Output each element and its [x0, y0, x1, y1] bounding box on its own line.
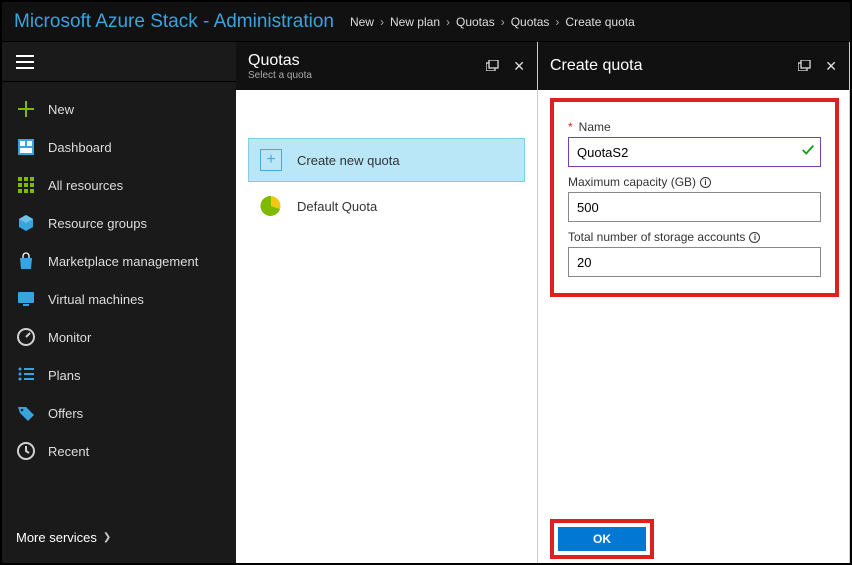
sidebar-item-label: Plans	[48, 368, 81, 383]
sidebar: New Dashboard All resources Resource groups…	[2, 42, 236, 563]
tag-icon	[16, 403, 36, 423]
sidebar-item-label: Virtual machines	[48, 292, 144, 307]
blade-create-quota: Create quota ✕ * Name Maximum capacity (G…	[538, 42, 850, 563]
sidebar-item-offers[interactable]: Offers	[2, 394, 236, 432]
required-asterisk: *	[568, 120, 573, 134]
field-label-name: Name	[579, 120, 611, 134]
sidebar-item-dashboard[interactable]: Dashboard	[2, 128, 236, 166]
accounts-input[interactable]	[568, 247, 821, 277]
sidebar-item-label: All resources	[48, 178, 123, 193]
blade-title: Quotas	[248, 52, 312, 70]
breadcrumb-item[interactable]: New	[350, 15, 374, 29]
sidebar-item-recent[interactable]: Recent	[2, 432, 236, 470]
sidebar-item-monitor[interactable]: Monitor	[2, 318, 236, 356]
restore-icon[interactable]	[486, 58, 499, 75]
sidebar-item-new[interactable]: New	[2, 90, 236, 128]
quota-row-label: Default Quota	[297, 199, 377, 214]
create-new-quota-row[interactable]: + Create new quota	[248, 138, 525, 182]
plus-icon	[16, 99, 36, 119]
blade-header-quotas: Quotas Select a quota ✕	[236, 42, 537, 90]
ok-button[interactable]: OK	[558, 527, 646, 551]
field-label-accounts: Total number of storage accounts	[568, 230, 745, 244]
field-label-capacity: Maximum capacity (GB)	[568, 175, 696, 189]
blade-subtitle: Select a quota	[248, 70, 312, 81]
sidebar-item-label: Marketplace management	[48, 254, 198, 269]
breadcrumb-item[interactable]: Quotas	[511, 15, 550, 29]
cube-icon	[16, 213, 36, 233]
chevron-right-icon: ❯	[103, 532, 111, 543]
more-services-link[interactable]: More services ❯	[2, 520, 236, 563]
grid-icon	[16, 175, 36, 195]
breadcrumb-item[interactable]: New plan	[390, 15, 440, 29]
monitor-icon	[16, 289, 36, 309]
clock-icon	[16, 441, 36, 461]
info-icon[interactable]: i	[749, 232, 760, 243]
sidebar-item-label: Resource groups	[48, 216, 147, 231]
close-icon[interactable]: ✕	[513, 58, 525, 75]
ok-highlight-box: OK	[550, 519, 654, 559]
name-input[interactable]	[568, 137, 821, 167]
sidebar-item-plans[interactable]: Plans	[2, 356, 236, 394]
close-icon[interactable]: ✕	[825, 58, 837, 75]
chevron-right-icon: ›	[380, 15, 384, 29]
sidebar-item-virtual-machines[interactable]: Virtual machines	[2, 280, 236, 318]
chevron-right-icon: ›	[555, 15, 559, 29]
list-icon	[16, 365, 36, 385]
pie-icon	[259, 194, 283, 218]
restore-icon[interactable]	[798, 58, 811, 75]
quota-row-label: Create new quota	[297, 153, 400, 168]
hamburger-button[interactable]	[2, 42, 236, 82]
blade-quotas: Quotas Select a quota ✕ + Create new quot…	[236, 42, 538, 563]
blade-title: Create quota	[550, 57, 643, 75]
sidebar-item-all-resources[interactable]: All resources	[2, 166, 236, 204]
gauge-icon	[16, 327, 36, 347]
hamburger-icon	[16, 55, 34, 69]
chevron-right-icon: ›	[446, 15, 450, 29]
sidebar-item-label: Monitor	[48, 330, 91, 345]
form-highlight-box: * Name Maximum capacity (GB) i Total numbe…	[550, 98, 839, 297]
blade-header-create-quota: Create quota ✕	[538, 42, 849, 90]
capacity-input[interactable]	[568, 192, 821, 222]
quota-row[interactable]: Default Quota	[248, 184, 525, 228]
chevron-right-icon: ›	[501, 15, 505, 29]
sidebar-item-label: Offers	[48, 406, 83, 421]
brand-title: Microsoft Azure Stack - Administration	[14, 11, 334, 33]
sidebar-item-label: Recent	[48, 444, 89, 459]
plus-icon: +	[259, 148, 283, 172]
breadcrumb-item[interactable]: Quotas	[456, 15, 495, 29]
sidebar-item-label: New	[48, 102, 74, 117]
more-services-label: More services	[16, 530, 97, 545]
breadcrumb-item[interactable]: Create quota	[565, 15, 634, 29]
info-icon[interactable]: i	[700, 177, 711, 188]
bag-icon	[16, 251, 36, 271]
top-bar: Microsoft Azure Stack - Administration N…	[2, 2, 850, 42]
sidebar-item-resource-groups[interactable]: Resource groups	[2, 204, 236, 242]
sidebar-item-marketplace-management[interactable]: Marketplace management	[2, 242, 236, 280]
breadcrumb: New › New plan › Quotas › Quotas › Create quota	[350, 15, 838, 29]
checkmark-icon	[801, 143, 815, 157]
dashboard-icon	[16, 137, 36, 157]
sidebar-item-label: Dashboard	[48, 140, 112, 155]
